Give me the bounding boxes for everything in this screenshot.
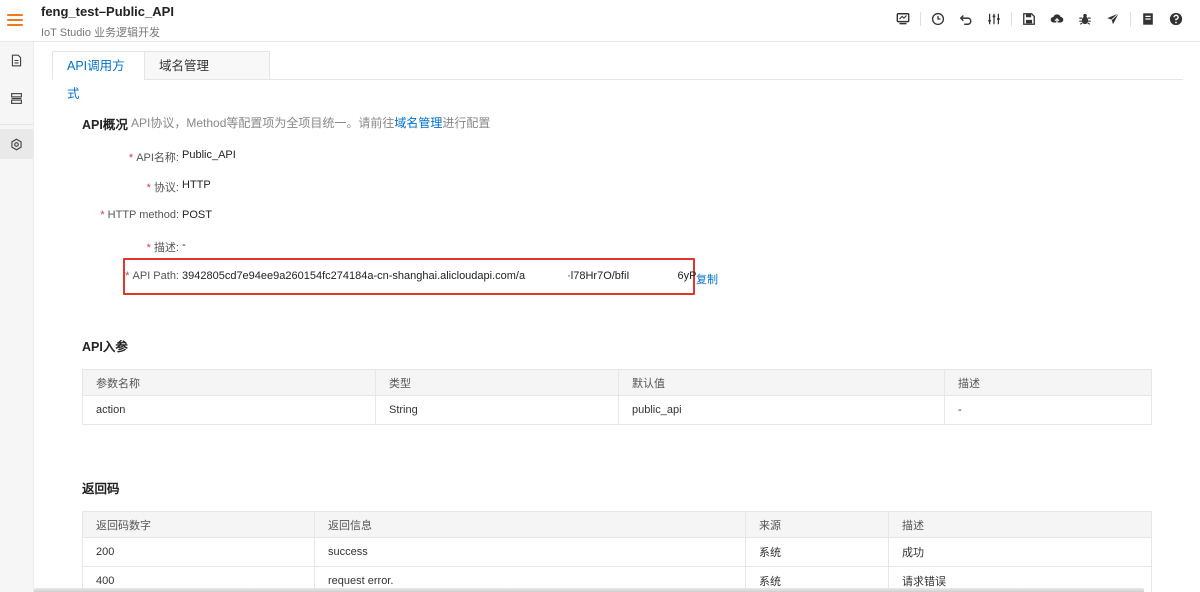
app-title: feng_test–Public_API: [41, 4, 174, 19]
method-value: POST: [182, 209, 212, 221]
overview-note-suffix: 进行配置: [442, 116, 491, 130]
tab-bar: API调用方式 域名管理: [52, 51, 1183, 101]
list-icon[interactable]: [0, 83, 33, 113]
required-mark: *: [125, 270, 130, 282]
overview-note: API协议，Method等配置项为全项目统一。请前往域名管理进行配置: [131, 114, 490, 131]
column-header: 默认值: [618, 369, 945, 396]
codes-title: 返回码: [82, 482, 120, 496]
table-row: 200 success 系统 成功: [82, 537, 1152, 567]
left-rail: [0, 42, 34, 592]
protocol-label: 协议:: [153, 182, 179, 194]
codes-table: 返回码数字 返回信息 来源 描述 200 success 系统 成功 400 r…: [82, 511, 1152, 592]
tab-domain-management[interactable]: 域名管理: [144, 51, 270, 80]
domain-management-link[interactable]: 域名管理: [394, 116, 442, 130]
help-icon[interactable]: [1162, 9, 1190, 29]
required-mark: *: [146, 242, 151, 254]
params-table: 参数名称 类型 默认值 描述 action String public_api …: [82, 369, 1152, 425]
description-label: 描述:: [153, 242, 179, 254]
column-header: 来源: [745, 511, 889, 538]
toolbar-divider: [920, 12, 921, 26]
copy-path-link[interactable]: 复制: [696, 271, 718, 287]
table-cell: 200: [82, 537, 315, 567]
app-subtitle: IoT Studio 业务逻辑开发: [41, 27, 160, 39]
top-header: feng_test–Public_API IoT Studio 业务逻辑开发: [0, 0, 1200, 42]
document-icon[interactable]: [1134, 9, 1162, 29]
table-header-row: 返回码数字 返回信息 来源 描述: [82, 511, 1152, 538]
overview-note-prefix: API协议，Method等配置项为全项目统一。请前往: [131, 116, 395, 130]
toolbar-divider: [1130, 12, 1131, 26]
api-path-part1: 3942805cd7e94ee9a260154fc274184a-cn-shan…: [182, 270, 526, 282]
table-cell: String: [375, 395, 619, 425]
monitor-icon[interactable]: [889, 9, 917, 29]
api-name-value: Public_API: [182, 149, 236, 161]
clock-icon[interactable]: [924, 9, 952, 29]
table-cell: public_api: [618, 395, 945, 425]
required-mark: *: [128, 152, 134, 164]
field-label: * API名称:: [0, 149, 179, 165]
column-header: 类型: [375, 369, 619, 396]
description-value: -: [182, 239, 186, 251]
column-header: 参数名称: [82, 369, 376, 396]
column-header: 描述: [888, 511, 1152, 538]
column-header: 返回码数字: [82, 511, 315, 538]
menu-icon[interactable]: [6, 11, 24, 29]
overview-title: API概况: [82, 118, 128, 132]
send-icon[interactable]: [1099, 9, 1127, 29]
toolbar-divider: [1011, 12, 1012, 26]
api-path-part3: 6yP: [677, 270, 697, 282]
save-icon[interactable]: [1015, 9, 1043, 29]
toolbar: [889, 9, 1190, 29]
field-label: * HTTP method:: [0, 209, 179, 221]
column-header: 描述: [944, 369, 1152, 396]
method-label: HTTP method:: [107, 209, 179, 221]
field-label: * 协议:: [0, 179, 179, 195]
table-row: action String public_api -: [82, 395, 1152, 425]
table-cell: success: [314, 537, 746, 567]
required-mark: *: [146, 182, 151, 194]
params-title: API入参: [82, 340, 128, 354]
horizontal-scrollbar[interactable]: [34, 588, 1144, 592]
table-header-row: 参数名称 类型 默认值 描述: [82, 369, 1152, 396]
table-cell: 系统: [745, 537, 889, 567]
required-mark: *: [100, 209, 105, 221]
field-label: * 描述:: [0, 239, 179, 255]
cloud-upload-icon[interactable]: [1043, 9, 1071, 29]
column-header: 返回信息: [314, 511, 746, 538]
file-icon[interactable]: [0, 45, 33, 75]
api-path-part2: ·l78Hr7O/bfiI: [567, 270, 630, 282]
api-name-label: API名称:: [136, 152, 179, 164]
table-cell: action: [82, 395, 376, 425]
bug-icon[interactable]: [1071, 9, 1099, 29]
undo-icon[interactable]: [952, 9, 980, 29]
api-path-value: 3942805cd7e94ee9a260154fc274184a-cn-shan…: [182, 270, 696, 282]
field-label: * API Path:: [0, 270, 179, 282]
rail-divider: [0, 124, 33, 125]
protocol-value: HTTP: [182, 179, 211, 191]
tab-api-call[interactable]: API调用方式: [52, 51, 145, 101]
sliders-icon[interactable]: [980, 9, 1008, 29]
api-path-label: API Path:: [132, 270, 179, 282]
table-cell: 成功: [888, 537, 1152, 567]
table-cell: -: [944, 395, 1152, 425]
